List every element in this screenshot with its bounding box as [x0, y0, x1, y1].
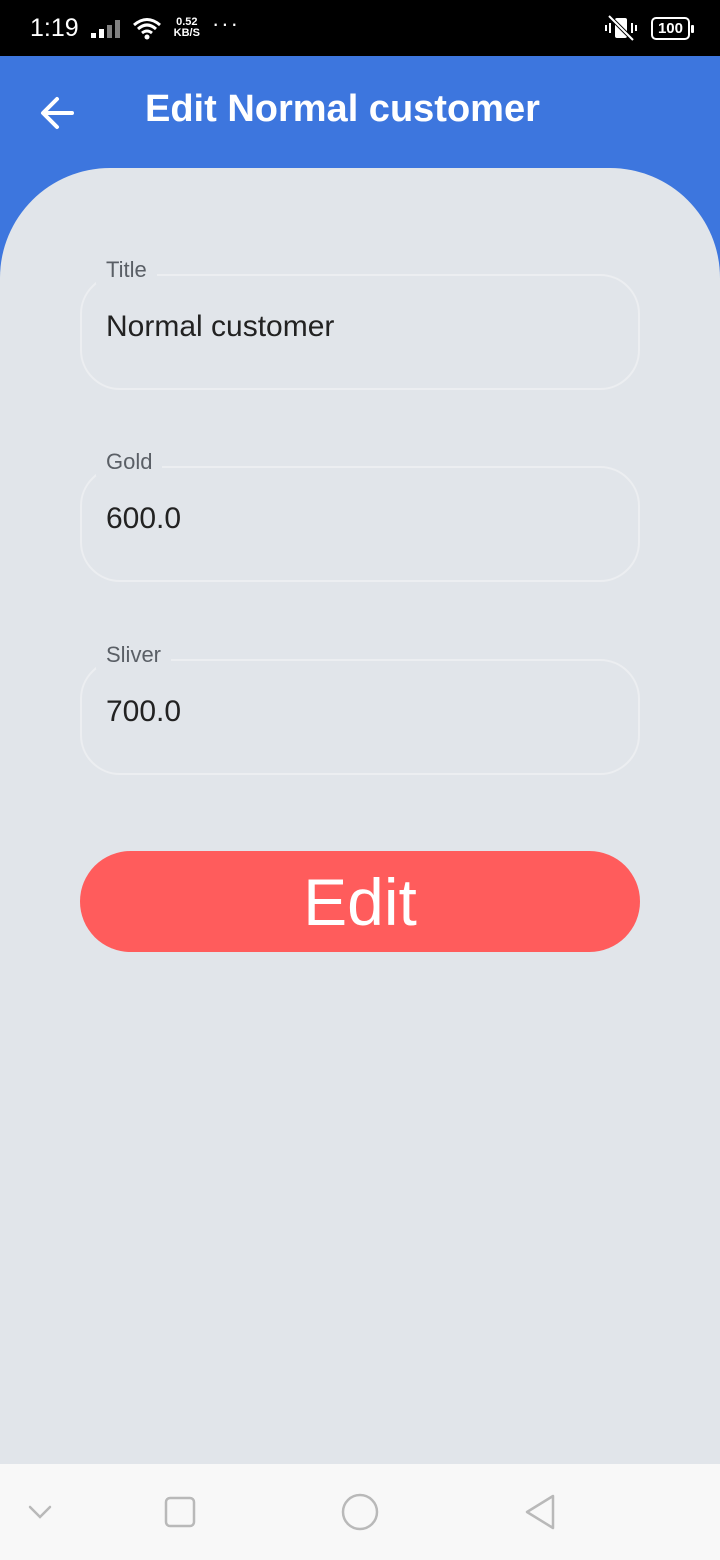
recent-apps-icon — [164, 1496, 196, 1528]
title-field-label: Title — [96, 256, 157, 284]
speed-unit: KB/S — [173, 27, 200, 39]
nav-home-button[interactable] — [330, 1464, 390, 1560]
network-speed: 0.52 KB/S — [174, 17, 200, 39]
back-button[interactable] — [30, 86, 84, 140]
more-notifications: ··· — [211, 11, 240, 36]
status-bar: 1:19 0.52 KB/S ··· 100 — [0, 0, 720, 56]
battery-indicator: 100 — [650, 16, 695, 40]
sliver-field[interactable]: Sliver — [80, 641, 640, 775]
gold-input[interactable] — [106, 502, 606, 536]
arrow-left-icon — [41, 97, 74, 129]
status-right: 100 — [604, 15, 695, 41]
nav-recents-button[interactable] — [150, 1464, 210, 1560]
vibrate-off-icon — [604, 15, 637, 41]
gold-field[interactable]: Gold — [80, 448, 640, 582]
nav-back-button[interactable] — [510, 1464, 570, 1560]
home-icon — [341, 1493, 379, 1531]
sliver-field-label: Sliver — [96, 641, 172, 669]
title-field[interactable]: Title — [80, 256, 640, 390]
title-input[interactable] — [106, 310, 606, 344]
cellular-signal-icon — [90, 18, 120, 38]
back-triangle-icon — [525, 1494, 555, 1530]
chevron-down-icon — [28, 1505, 52, 1519]
status-left: 1:19 0.52 KB/S ··· — [30, 11, 240, 43]
nav-collapse-button[interactable] — [15, 1464, 65, 1560]
gold-field-label: Gold — [96, 448, 163, 476]
status-time: 1:19 — [30, 13, 79, 42]
page-title: Edit Normal customer — [145, 88, 540, 130]
edit-button[interactable]: Edit — [80, 851, 640, 952]
wifi-icon — [132, 18, 161, 40]
system-nav-bar — [0, 1464, 720, 1560]
sliver-input[interactable] — [106, 695, 606, 729]
